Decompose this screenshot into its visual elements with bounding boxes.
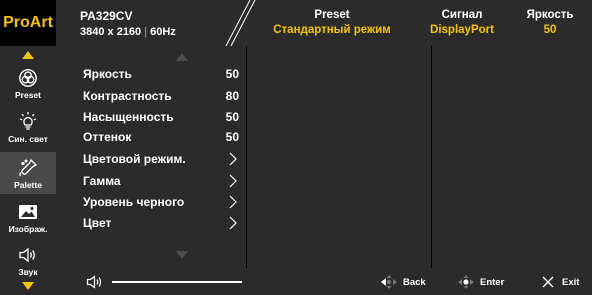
dropper-icon: [17, 157, 39, 179]
header-brightness: Яркость 50: [505, 9, 592, 36]
chevron-right-icon: [226, 194, 240, 210]
sidebar-item-image[interactable]: Изображ.: [0, 196, 56, 238]
sidebar-item-label: Звук: [18, 266, 38, 277]
menu-item-label: Цветовой режим.: [83, 151, 186, 166]
chevron-right-icon: [226, 215, 240, 231]
menu-item-value: 50: [225, 66, 239, 81]
close-icon: [538, 273, 558, 291]
menu-item-label: Гамма: [83, 173, 121, 188]
chevron-right-icon: [226, 173, 240, 189]
image-icon: [17, 201, 39, 223]
menu-item-gamma[interactable]: Гамма: [83, 170, 241, 191]
sidebar-item-label: Palette: [14, 179, 42, 190]
preset-title: Preset: [314, 9, 350, 21]
sidebar-item-label: Син. свет: [8, 133, 48, 144]
option-panel: [432, 46, 592, 268]
header-signal: Сигнал DisplayPort: [417, 9, 507, 36]
refresh-rate: 60Hz: [150, 26, 176, 38]
menu-item-color[interactable]: Цвет: [83, 212, 241, 233]
brightness-title: Яркость: [526, 9, 574, 21]
signal-value: DisplayPort: [430, 24, 494, 36]
menu-item-contrast[interactable]: Контрастность 80: [83, 85, 241, 106]
exit-button[interactable]: Exit: [538, 273, 579, 291]
joystick-center-icon: [456, 273, 476, 291]
menu-item-label: Оттенок: [83, 129, 132, 144]
sidebar-item-palette[interactable]: Palette: [0, 152, 56, 194]
palette-menu-panel: Яркость 50 Контрастность 80 Насыщенность…: [56, 46, 246, 268]
menu-item-color-mode[interactable]: Цветовой режим.: [83, 148, 241, 169]
signal-title: Сигнал: [441, 9, 483, 21]
joystick-left-icon: [379, 273, 399, 291]
brand-logo: ProArt: [0, 0, 56, 46]
back-button[interactable]: Back: [379, 273, 426, 291]
submenu-panel: [247, 46, 431, 268]
resolution-value: 3840 x 2160: [80, 26, 142, 38]
enter-button[interactable]: Enter: [456, 273, 504, 291]
enter-label: Enter: [480, 276, 505, 288]
menu-item-value: 80: [225, 88, 239, 103]
sidebar-item-label: Preset: [15, 89, 41, 100]
sidebar-item-preset[interactable]: Preset: [0, 62, 56, 104]
sidebar-item-label: Изображ.: [8, 223, 48, 234]
sidebar-item-blue-light[interactable]: Син. свет: [0, 106, 56, 148]
sidebar: ProArt Preset Син. свет Palette Изображ.…: [0, 0, 56, 295]
volume-icon: [86, 275, 102, 289]
brightness-value: 50: [543, 24, 557, 36]
menu-scroll-down-icon: [56, 251, 246, 259]
back-label: Back: [403, 276, 426, 288]
header-preset: Preset Стандартный режим: [252, 9, 412, 36]
menu-item-hue[interactable]: Оттенок 50: [83, 126, 241, 147]
volume-slider[interactable]: [112, 281, 242, 283]
bulb-icon: [17, 111, 39, 133]
menu-item-brightness[interactable]: Яркость 50: [83, 63, 241, 84]
exit-label: Exit: [562, 276, 580, 288]
menu-scroll-up-icon: [56, 53, 246, 61]
menu-item-saturation[interactable]: Насыщенность 50: [83, 106, 241, 127]
sidebar-item-sound[interactable]: Звук: [0, 239, 56, 281]
menu-item-label: Яркость: [83, 66, 132, 81]
model-name: PA329CV: [80, 9, 133, 23]
chevron-right-icon: [226, 151, 240, 167]
menu-item-black-level[interactable]: Уровень черного: [83, 191, 241, 212]
preset-value: Стандартный режим: [273, 24, 391, 36]
sidebar-scroll-down-icon[interactable]: [0, 282, 56, 290]
footer-bar: Back Enter Exit: [56, 268, 592, 295]
menu-item-value: 50: [225, 129, 239, 144]
menu-item-label: Контрастность: [83, 88, 172, 103]
header-divider-slashes: [225, 0, 256, 46]
menu-item-label: Насыщенность: [83, 109, 174, 124]
speaker-icon: [17, 244, 39, 266]
menu-item-label: Цвет: [83, 215, 112, 230]
resolution-info: 3840 x 2160 | 60Hz: [80, 26, 176, 38]
menu-item-label: Уровень черного: [83, 194, 185, 209]
menu-item-value: 50: [225, 109, 239, 124]
header-bar: PA329CV 3840 x 2160 | 60Hz Preset Станда…: [56, 0, 592, 46]
palette-circles-icon: [17, 67, 39, 89]
sidebar-scroll-up-icon[interactable]: [0, 51, 56, 59]
